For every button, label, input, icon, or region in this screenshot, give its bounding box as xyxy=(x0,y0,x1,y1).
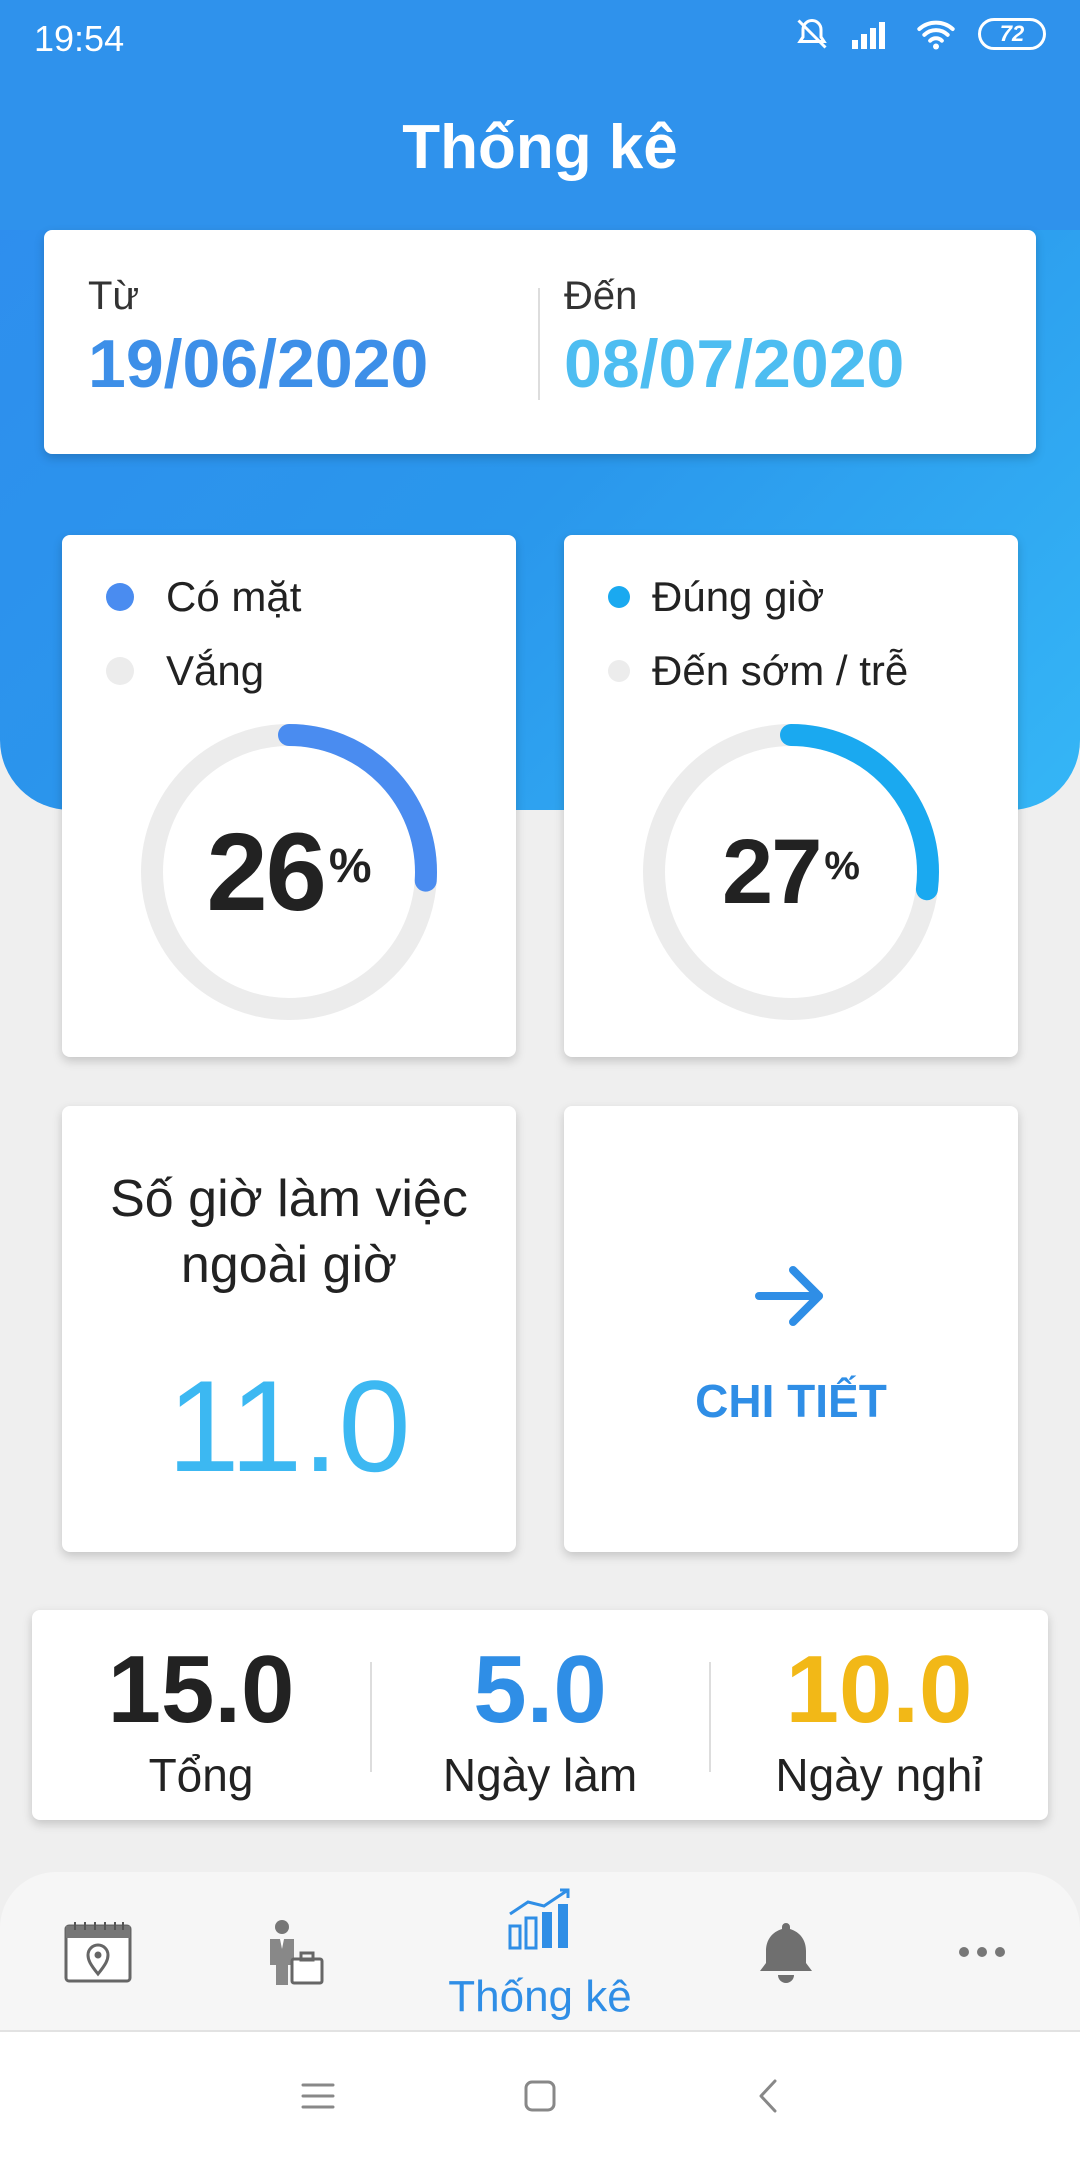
punctuality-donut: 27 % xyxy=(636,717,946,1027)
battery-indicator: 72 xyxy=(978,18,1046,50)
system-back-button[interactable] xyxy=(738,2066,798,2126)
legend-early-late-label: Đến sớm / trễ xyxy=(652,647,909,694)
legend-present: Có mặt xyxy=(106,573,301,621)
punctuality-percent-value: 27 xyxy=(722,820,822,923)
total-offdays: 10.0 Ngày nghỉ xyxy=(710,1640,1048,1802)
nav-item-notifications[interactable] xyxy=(688,1872,884,2032)
legend-absent-label: Vắng xyxy=(166,647,265,694)
from-value: 19/06/2020 xyxy=(88,326,429,402)
attendance-card: Có mặt Vắng 26 % xyxy=(62,535,516,1057)
attendance-donut: 26 % xyxy=(134,717,444,1027)
worker-briefcase-icon xyxy=(270,1920,324,1985)
total-offdays-value: 10.0 xyxy=(785,1636,973,1743)
overtime-title-line1: Số giờ làm việc xyxy=(110,1170,468,1228)
chart-icon xyxy=(508,1888,570,1950)
total-all-label: Tổng xyxy=(148,1749,254,1801)
detail-label: CHI TIẾT xyxy=(695,1375,887,1427)
calendar-location-icon xyxy=(64,1922,132,1983)
overtime-title: Số giờ làm việc ngoài giờ xyxy=(62,1166,516,1298)
status-time: 19:54 xyxy=(34,18,125,59)
date-range-card[interactable]: Từ 19/06/2020 Đến 08/07/2020 xyxy=(44,230,1036,454)
to-date[interactable]: Đến 08/07/2020 xyxy=(564,274,904,403)
legend-present-label: Có mặt xyxy=(166,573,302,620)
attendance-percent-value: 26 xyxy=(206,810,326,934)
home-square-icon xyxy=(524,2080,556,2112)
legend-dot-present xyxy=(106,583,134,611)
nav-item-statistics[interactable]: Thống kê xyxy=(442,1872,638,2032)
detail-button[interactable]: CHI TIẾT xyxy=(564,1106,1018,1552)
punctuality-percent-sign: % xyxy=(824,843,860,888)
arrow-right-icon xyxy=(755,1266,823,1326)
legend-ontime: Đúng giờ xyxy=(608,573,824,621)
page-title: Thống kê xyxy=(402,113,678,182)
to-label: Đến xyxy=(564,274,638,318)
attendance-percent: 26 % xyxy=(134,717,444,1027)
from-date[interactable]: Từ 19/06/2020 xyxy=(88,274,428,403)
legend-absent: Vắng xyxy=(106,647,264,695)
status-bar: 19:54 72 xyxy=(0,0,1080,78)
signal-icon xyxy=(852,22,885,49)
total-all-value: 15.0 xyxy=(107,1636,295,1743)
bottom-nav: Thống kê xyxy=(0,1872,1080,2032)
punctuality-percent: 27 % xyxy=(636,717,946,1027)
back-chevron-icon xyxy=(759,2079,777,2113)
system-nav-bar xyxy=(0,2032,1080,2160)
overtime-card: Số giờ làm việc ngoài giờ 11.0 xyxy=(62,1106,516,1552)
total-workdays: 5.0 Ngày làm xyxy=(371,1640,709,1802)
more-icon xyxy=(959,1947,1005,1957)
system-menu-button[interactable] xyxy=(288,2066,348,2126)
status-icons: 72 xyxy=(794,16,1046,52)
legend-dot-absent xyxy=(106,657,134,685)
total-workdays-label: Ngày làm xyxy=(442,1749,638,1801)
nav-item-checkin[interactable] xyxy=(0,1872,196,2032)
system-home-button[interactable] xyxy=(510,2066,570,2126)
bell-icon xyxy=(760,1923,812,1983)
attendance-percent-sign: % xyxy=(328,839,372,893)
to-value: 08/07/2020 xyxy=(564,326,905,402)
menu-icon xyxy=(301,2083,335,2109)
punctuality-card: Đúng giờ Đến sớm / trễ 27 % xyxy=(564,535,1018,1057)
overtime-title-line2: ngoài giờ xyxy=(180,1236,398,1294)
legend-ontime-label: Đúng giờ xyxy=(652,573,825,620)
totals-card: 15.0 Tổng 5.0 Ngày làm 10.0 Ngày nghỉ xyxy=(32,1610,1048,1820)
from-label: Từ xyxy=(88,274,140,318)
legend-dot-early-late xyxy=(608,660,630,682)
legend-early-late: Đến sớm / trễ xyxy=(608,647,908,695)
wifi-icon xyxy=(917,20,955,50)
nav-item-work[interactable] xyxy=(196,1872,392,2032)
nav-statistics-label: Thống kê xyxy=(448,1972,632,2021)
total-workdays-value: 5.0 xyxy=(473,1636,607,1743)
total-offdays-label: Ngày nghỉ xyxy=(775,1749,983,1801)
mute-bell-icon xyxy=(797,18,827,49)
nav-item-more[interactable] xyxy=(884,1872,1080,2032)
overtime-value: 11.0 xyxy=(167,1353,411,1499)
total-all: 15.0 Tổng xyxy=(32,1640,370,1802)
date-divider xyxy=(538,288,540,400)
legend-dot-ontime xyxy=(608,586,630,608)
